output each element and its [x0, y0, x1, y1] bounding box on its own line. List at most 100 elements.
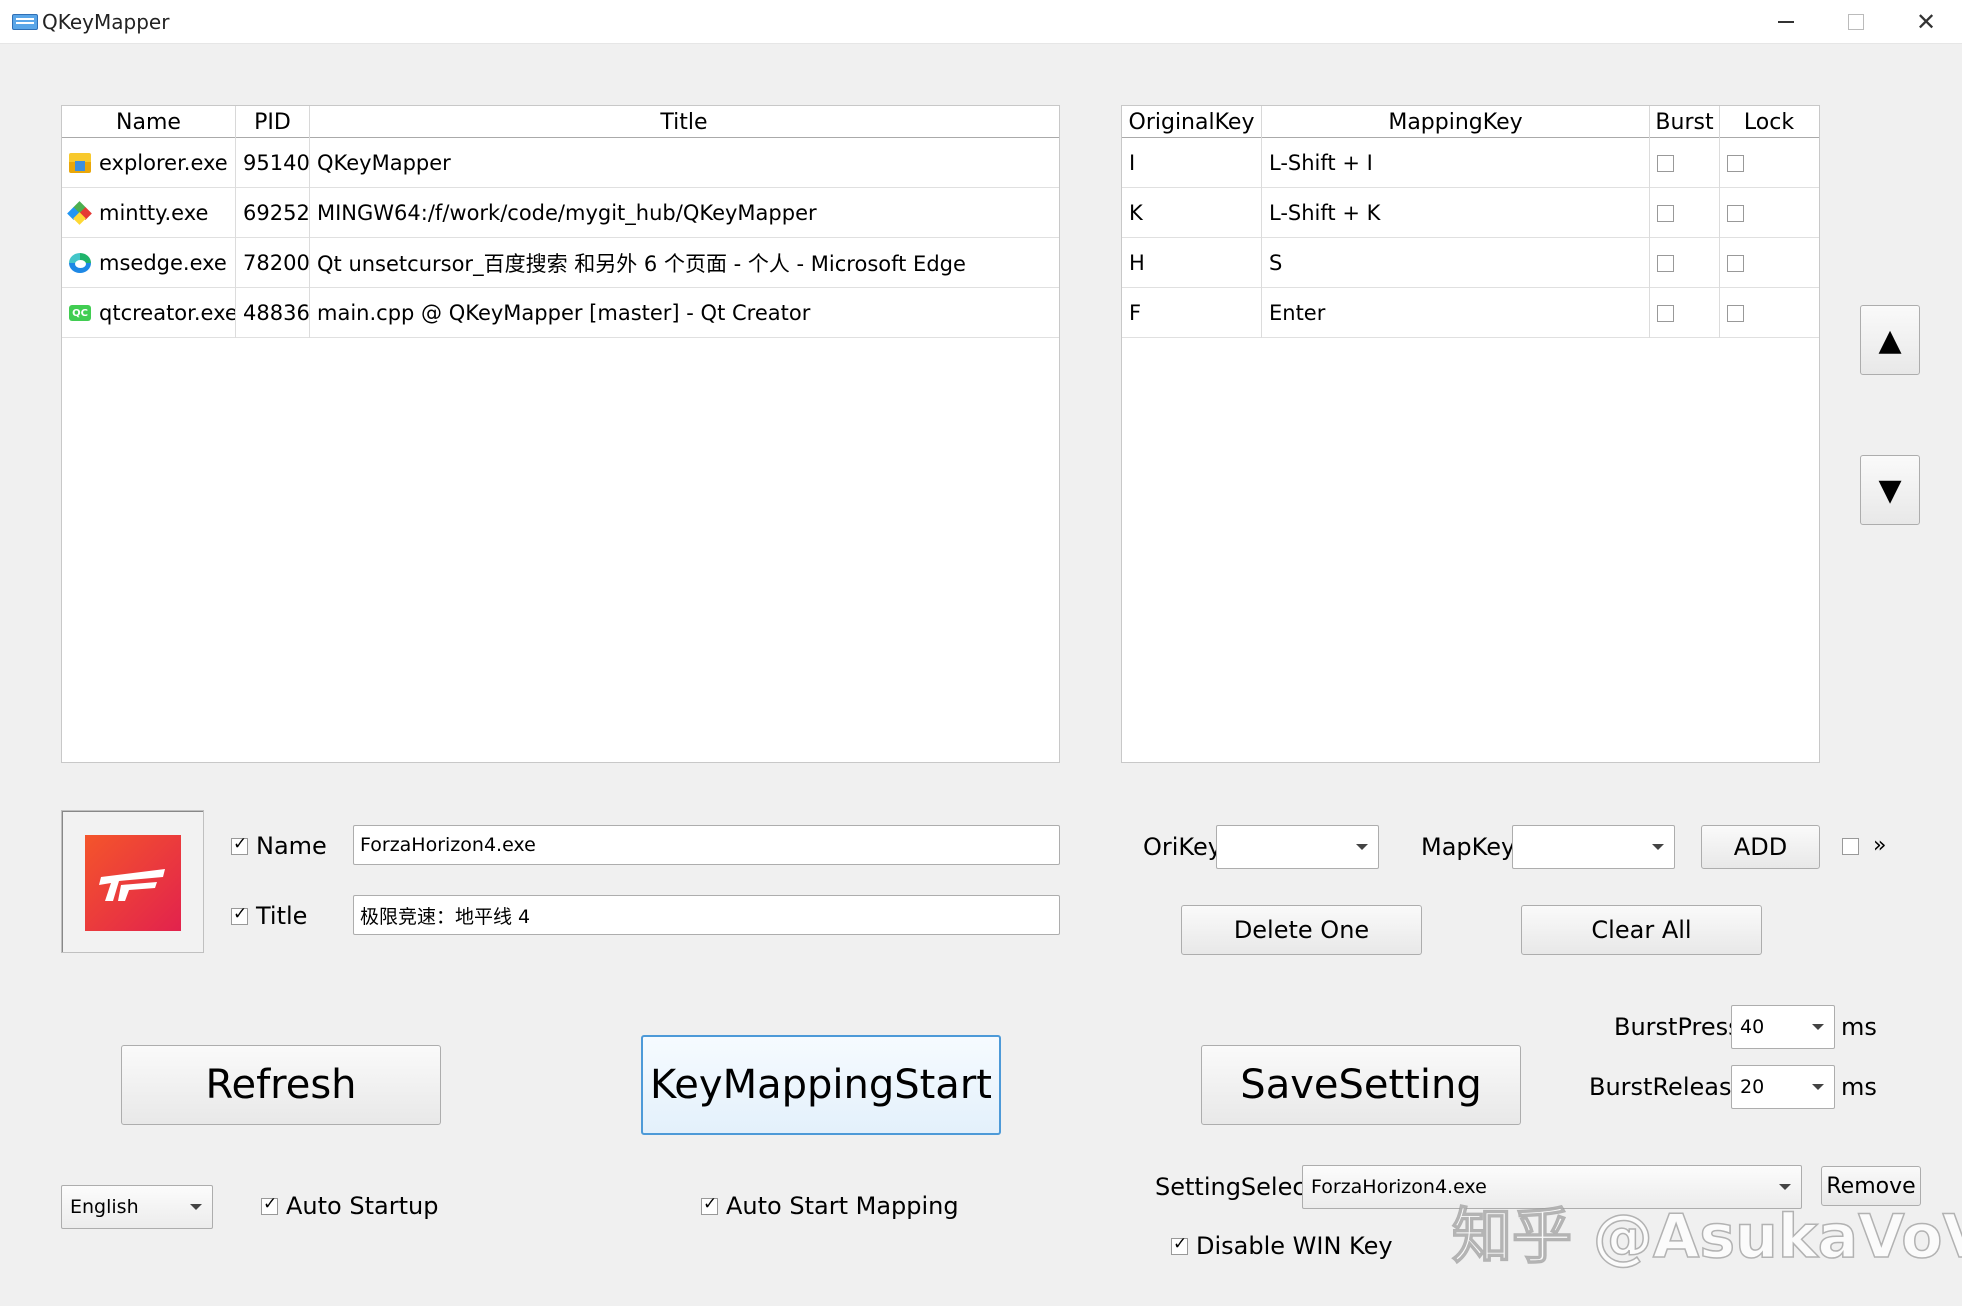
- process-title: main.cpp @ QKeyMapper [master] - Qt Crea…: [317, 301, 811, 325]
- lock-checkbox[interactable]: [1727, 254, 1744, 272]
- burst-press-unit: ms: [1841, 1013, 1877, 1041]
- mapping-key: L-Shift + I: [1262, 138, 1650, 188]
- process-icon-frame: [61, 810, 204, 953]
- qt-creator-icon: QC: [69, 305, 91, 321]
- mapping-row[interactable]: F Enter: [1122, 288, 1819, 338]
- lock-checkbox[interactable]: [1727, 154, 1744, 172]
- key-mapping-start-button[interactable]: KeyMappingStart: [641, 1035, 1001, 1135]
- process-row[interactable]: mintty.exe 69252 MINGW64:/f/work/code/my…: [62, 188, 1059, 238]
- mapping-row[interactable]: K L-Shift + K: [1122, 188, 1819, 238]
- auto-startup-row[interactable]: Auto Startup: [261, 1192, 438, 1220]
- name-checkbox-row[interactable]: Name: [231, 832, 327, 860]
- process-row[interactable]: explorer.exe 95140 QKeyMapper: [62, 138, 1059, 188]
- auto-start-mapping-checkbox[interactable]: [701, 1194, 718, 1215]
- mapping-key: S: [1262, 238, 1650, 288]
- mapkey-label: MapKey: [1421, 833, 1516, 861]
- burst-release-unit: ms: [1841, 1073, 1877, 1101]
- process-title: Qt unsetcursor_百度搜索 和另外 6 个页面 - 个人 - Mic…: [317, 252, 966, 276]
- process-table-header: Name PID Title: [62, 106, 1059, 138]
- add-button[interactable]: ADD: [1701, 825, 1820, 869]
- chevron-down-icon: [1652, 844, 1664, 850]
- mapping-row[interactable]: H S: [1122, 238, 1819, 288]
- column-header-title[interactable]: Title: [310, 106, 1058, 138]
- title-checkbox[interactable]: [231, 904, 248, 925]
- name-label: Name: [256, 832, 327, 860]
- burst-press-select[interactable]: 40: [1731, 1005, 1835, 1049]
- column-header-name[interactable]: Name: [62, 106, 236, 138]
- watermark-text: 知乎 @AsukaVoV: [1451, 1201, 1962, 1273]
- minimize-button[interactable]: [1752, 0, 1820, 44]
- burst-checkbox[interactable]: [1657, 304, 1674, 322]
- name-checkbox[interactable]: [231, 834, 248, 855]
- auto-startup-label: Auto Startup: [286, 1192, 439, 1220]
- process-pid: 78200: [236, 238, 310, 288]
- process-pid: 69252: [236, 188, 310, 238]
- chevron-down-icon: [190, 1204, 202, 1210]
- process-table[interactable]: Name PID Title explorer.exe 95140 QKeyMa…: [61, 105, 1060, 763]
- mintty-icon: [67, 201, 92, 225]
- extra-options-checkbox[interactable]: [1842, 838, 1859, 855]
- move-up-button[interactable]: ▲: [1860, 305, 1920, 375]
- auto-start-mapping-row[interactable]: Auto Start Mapping: [701, 1192, 959, 1220]
- burst-press-label: BurstPress: [1614, 1013, 1741, 1041]
- column-header-originalkey[interactable]: OriginalKey: [1122, 106, 1262, 138]
- lock-checkbox[interactable]: [1727, 204, 1744, 222]
- burst-press-value: 40: [1740, 1016, 1765, 1038]
- auto-start-mapping-label: Auto Start Mapping: [726, 1192, 959, 1220]
- lock-checkbox[interactable]: [1727, 304, 1744, 322]
- delete-one-button[interactable]: Delete One: [1181, 905, 1422, 955]
- title-label: Title: [256, 902, 308, 930]
- setting-select-label: SettingSelect: [1155, 1173, 1315, 1201]
- original-key: H: [1122, 238, 1262, 288]
- process-name: mintty.exe: [99, 201, 209, 225]
- title-checkbox-row[interactable]: Title: [231, 902, 307, 930]
- keyboard-app-icon: [12, 14, 38, 30]
- column-header-mappingkey[interactable]: MappingKey: [1262, 106, 1650, 138]
- title-bar: QKeyMapper ✕: [0, 0, 1962, 44]
- orikey-select[interactable]: [1216, 825, 1379, 869]
- disable-win-key-checkbox[interactable]: [1171, 1234, 1188, 1255]
- burst-checkbox[interactable]: [1657, 254, 1674, 272]
- burst-checkbox[interactable]: [1657, 204, 1674, 222]
- auto-startup-checkbox[interactable]: [261, 1194, 278, 1215]
- process-name: msedge.exe: [99, 251, 227, 275]
- column-header-burst[interactable]: Burst: [1650, 106, 1720, 138]
- column-header-pid[interactable]: PID: [236, 106, 310, 138]
- mapping-key: L-Shift + K: [1262, 188, 1650, 238]
- edge-icon: [69, 253, 91, 273]
- window-title: QKeyMapper: [42, 10, 170, 34]
- mapping-row[interactable]: I L-Shift + I: [1122, 138, 1819, 188]
- expand-icon[interactable]: »: [1873, 833, 1886, 858]
- process-row[interactable]: QC qtcreator.exe 48836 main.cpp @ QKeyMap…: [62, 288, 1059, 338]
- mapping-table[interactable]: OriginalKey MappingKey Burst Lock I L-Sh…: [1121, 105, 1820, 763]
- burst-checkbox[interactable]: [1657, 154, 1674, 172]
- name-field[interactable]: ForzaHorizon4.exe: [353, 825, 1060, 865]
- chevron-down-icon: [1812, 1084, 1824, 1090]
- chevron-down-icon: [1356, 844, 1368, 850]
- mapping-table-header: OriginalKey MappingKey Burst Lock: [1122, 106, 1819, 138]
- process-title: QKeyMapper: [317, 151, 451, 175]
- original-key: I: [1122, 138, 1262, 188]
- maximize-button[interactable]: [1822, 0, 1890, 44]
- original-key: K: [1122, 188, 1262, 238]
- save-setting-button[interactable]: SaveSetting: [1201, 1045, 1521, 1125]
- process-row[interactable]: msedge.exe 78200 Qt unsetcursor_百度搜索 和另外…: [62, 238, 1059, 288]
- burst-release-value: 20: [1740, 1076, 1765, 1098]
- process-name: qtcreator.exe: [99, 301, 236, 325]
- process-pid: 95140: [236, 138, 310, 188]
- refresh-button[interactable]: Refresh: [121, 1045, 441, 1125]
- explorer-icon: [69, 153, 91, 173]
- title-field[interactable]: 极限竞速：地平线 4: [353, 895, 1060, 935]
- original-key: F: [1122, 288, 1262, 338]
- move-down-button[interactable]: ▼: [1860, 455, 1920, 525]
- close-button[interactable]: ✕: [1892, 0, 1960, 44]
- disable-win-key-row[interactable]: Disable WIN Key: [1171, 1232, 1393, 1260]
- clear-all-button[interactable]: Clear All: [1521, 905, 1762, 955]
- column-header-lock[interactable]: Lock: [1720, 106, 1818, 138]
- language-select[interactable]: English: [61, 1185, 213, 1229]
- language-value: English: [70, 1196, 139, 1218]
- disable-win-key-label: Disable WIN Key: [1196, 1232, 1393, 1260]
- burst-release-select[interactable]: 20: [1731, 1065, 1835, 1109]
- forza-horizon-icon: [85, 835, 181, 931]
- mapkey-select[interactable]: [1512, 825, 1675, 869]
